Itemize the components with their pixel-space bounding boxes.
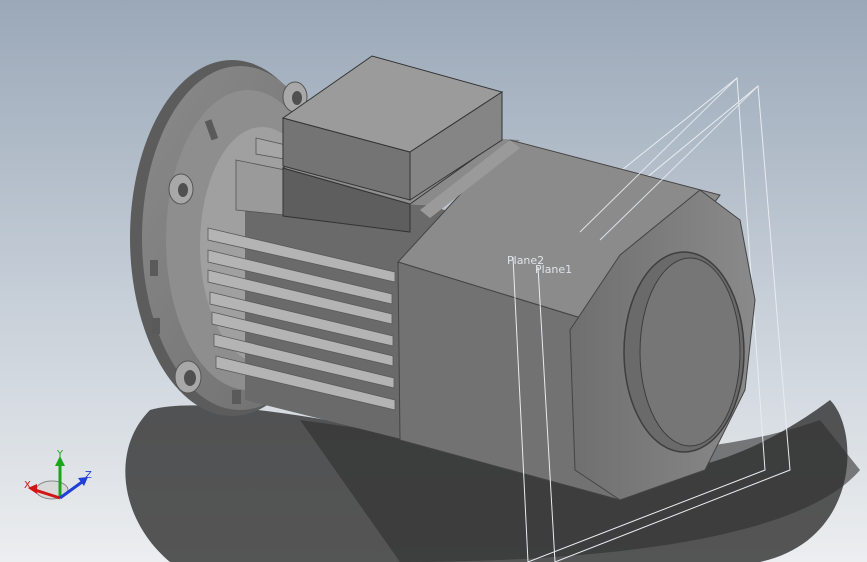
plane1-label[interactable]: Plane1 (535, 263, 572, 276)
triad-z-label: Z (85, 470, 92, 481)
graphics-viewport[interactable]: Plane2 Plane1 Y X Z (0, 0, 867, 562)
triad-y-label: Y (56, 449, 64, 460)
bolt-hole-bottom (174, 360, 202, 394)
bolt-hole-left (168, 173, 194, 205)
3d-model-scene[interactable]: Plane2 Plane1 Y X Z (0, 0, 867, 562)
triad-x-label: X (24, 480, 31, 491)
